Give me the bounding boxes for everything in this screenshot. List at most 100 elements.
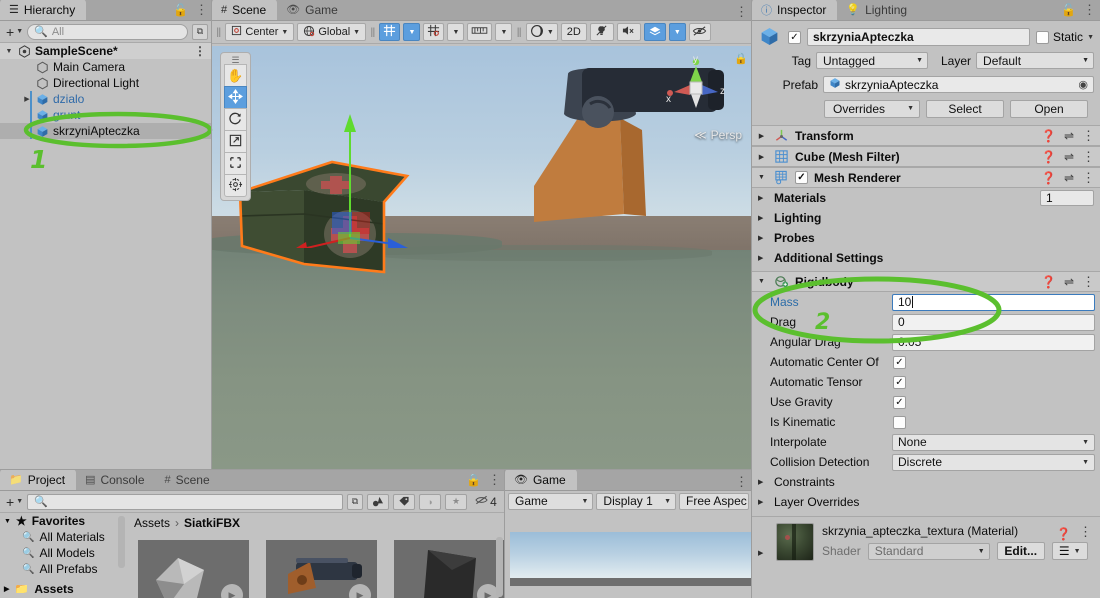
preset-icon[interactable]: ⇌: [1064, 150, 1074, 164]
angular-drag-input[interactable]: 0.05: [892, 333, 1095, 351]
prefab-field[interactable]: skrzyniaApteczka ◉: [823, 76, 1094, 93]
grid-snap-dropdown[interactable]: ▼: [403, 23, 421, 41]
kebab-icon[interactable]: ⋮: [1079, 525, 1092, 541]
tab-scene-bottom[interactable]: # Scene: [156, 470, 221, 490]
select-button[interactable]: Select: [926, 99, 1004, 118]
tab-game-bottom[interactable]: 👁 Game: [505, 470, 577, 490]
favorites-root[interactable]: ▼ ★ Favorites: [0, 513, 124, 529]
hierarchy-search-input[interactable]: 🔍 All: [27, 23, 188, 40]
kebab-icon[interactable]: ⋮: [1082, 129, 1095, 142]
static-toggle[interactable]: Static ▼: [1036, 30, 1094, 44]
scene-kebab-icon[interactable]: ⋮: [735, 5, 748, 18]
hierarchy-row-directional-light[interactable]: Directional Light: [0, 75, 212, 91]
scene-fx-toggle[interactable]: [643, 23, 666, 41]
ruler-dropdown[interactable]: ▼: [495, 23, 513, 41]
tab-game[interactable]: 👁 Game: [277, 0, 349, 20]
constraints-foldout[interactable]: ▶ Constraints: [752, 472, 1100, 492]
asset-grid-scrollbar[interactable]: [496, 537, 503, 597]
open-button[interactable]: Open: [1010, 99, 1088, 118]
history-icon[interactable]: ◑: [419, 493, 441, 510]
tab-scene[interactable]: # Scene: [212, 0, 278, 20]
help-icon[interactable]: ❓: [1041, 129, 1056, 143]
scene-audio-toggle[interactable]: [616, 23, 641, 41]
tab-console[interactable]: ▤ Console: [76, 470, 155, 490]
scene-lighting-toggle[interactable]: [589, 23, 614, 41]
asset-thumbnail-mesh[interactable]: ▶: [138, 540, 249, 598]
hierarchy-add-button[interactable]: + ▼: [4, 24, 23, 40]
lock-icon[interactable]: 🔓: [1061, 3, 1076, 17]
chevron-right-icon[interactable]: ▶: [758, 498, 768, 506]
component-mesh-filter[interactable]: ▶ Cube (Mesh Filter) ❓ ⇌ ⋮: [752, 146, 1100, 167]
layer-dropdown[interactable]: Default ▼: [976, 52, 1094, 69]
game-kebab-icon[interactable]: ⋮: [735, 475, 748, 488]
hand-tool-button[interactable]: ✋: [224, 64, 247, 87]
scene-projection-label[interactable]: ≪ Persp: [694, 128, 742, 142]
scene-fx-dropdown[interactable]: ▼: [668, 23, 686, 41]
additional-settings-section[interactable]: ▶ Additional Settings: [752, 248, 1100, 268]
shader-dropdown[interactable]: Standard ▼: [867, 542, 990, 560]
hierarchy-row-scene[interactable]: ▼ SampleScene* ⋮: [0, 43, 212, 59]
help-icon[interactable]: ❓: [1041, 171, 1056, 185]
chevron-down-icon[interactable]: ▼: [756, 278, 767, 285]
property-angular-drag[interactable]: Angular Drag 0.05: [752, 332, 1100, 352]
scene-viewport[interactable]: ☰ ✋ x y z 🔒 ≪ Persp: [212, 46, 752, 470]
project-kebab-icon[interactable]: ⋮: [488, 473, 501, 486]
collision-detection-dropdown[interactable]: Discrete ▼: [892, 453, 1095, 471]
chevron-right-icon[interactable]: ▶: [758, 254, 768, 262]
hierarchy-row-dzialo[interactable]: ▶ dzialo: [0, 91, 212, 107]
mesh-renderer-enabled-checkbox[interactable]: ✓: [795, 171, 808, 184]
aspect-dropdown[interactable]: Free Aspec: [679, 492, 750, 510]
kebab-icon[interactable]: ⋮: [1082, 171, 1095, 184]
preset-icon[interactable]: ⇌: [1064, 129, 1074, 143]
tab-project[interactable]: 📁 Project: [0, 470, 77, 490]
favorite-all-models[interactable]: 🔍 All Models: [0, 545, 124, 561]
visibility-filter[interactable]: 4: [471, 494, 501, 510]
chevron-down-icon[interactable]: ▼: [1087, 34, 1094, 41]
material-row[interactable]: ▶ skrzynia_apteczka_textura (Material) S…: [758, 523, 1094, 561]
breadcrumb-current[interactable]: SiatkiFBX: [184, 516, 240, 530]
project-add-button[interactable]: + ▼: [4, 494, 23, 510]
lock-icon[interactable]: 🔓: [173, 3, 188, 17]
automatic-center-checkbox[interactable]: ✓: [893, 355, 906, 369]
preset-icon[interactable]: ⇌: [1064, 171, 1074, 185]
label-filter-icon[interactable]: [393, 493, 415, 510]
scene-visibility-toggle[interactable]: [688, 23, 711, 41]
game-mode-dropdown[interactable]: Game ▼: [508, 492, 594, 510]
assets-root[interactable]: ▶ 📁 Assets: [0, 585, 124, 593]
tab-inspector[interactable]: ⓘ Inspector: [752, 0, 838, 20]
favorite-all-prefabs[interactable]: 🔍 All Prefabs: [0, 561, 124, 577]
property-collision-detection[interactable]: Collision Detection Discrete ▼: [752, 452, 1100, 472]
property-is-kinematic[interactable]: Is Kinematic: [752, 412, 1100, 432]
scale-tool-button[interactable]: [224, 130, 247, 153]
favorite-icon[interactable]: ★: [445, 493, 467, 510]
handle-space-button[interactable]: Global ▼: [297, 23, 367, 41]
project-expand-icon[interactable]: ⧉: [347, 493, 363, 510]
divider-horizontal[interactable]: [0, 469, 752, 470]
object-name-input[interactable]: skrzyniaApteczka: [807, 28, 1031, 46]
chevron-right-icon[interactable]: ▶: [758, 194, 768, 202]
hierarchy-row-main-camera[interactable]: Main Camera: [0, 59, 212, 75]
help-icon[interactable]: ❓: [1056, 527, 1071, 541]
divider-scene-inspector[interactable]: [751, 0, 752, 598]
probes-section[interactable]: ▶ Probes: [752, 228, 1100, 248]
help-icon[interactable]: ❓: [1041, 150, 1056, 164]
project-tree-scrollbar[interactable]: [118, 516, 125, 568]
grid-snap-toggle[interactable]: [379, 23, 401, 41]
divider-hierarchy-scene[interactable]: [211, 0, 212, 470]
automatic-tensor-checkbox[interactable]: ✓: [893, 375, 906, 389]
gizmo-lock-icon[interactable]: 🔒: [734, 52, 748, 65]
breadcrumb-assets[interactable]: Assets: [134, 516, 170, 530]
lighting-section[interactable]: ▶ Lighting: [752, 208, 1100, 228]
overrides-dropdown[interactable]: Overrides ▼: [824, 99, 920, 118]
kebab-icon[interactable]: ⋮: [1082, 275, 1095, 288]
materials-section[interactable]: ▶ Materials 1: [752, 188, 1100, 208]
asset-thumbnail-cannon[interactable]: ▶: [266, 540, 377, 598]
object-enabled-checkbox[interactable]: ✓: [788, 30, 801, 44]
chevron-right-icon[interactable]: ▶: [756, 153, 767, 161]
object-picker-icon[interactable]: ◉: [1078, 78, 1088, 91]
property-automatic-tensor[interactable]: Automatic Tensor ✓: [752, 372, 1100, 392]
asset-thumbnail-plane[interactable]: ▶: [394, 540, 505, 598]
draw-mode-button[interactable]: ▼: [525, 23, 558, 41]
transform-tool-button[interactable]: [224, 174, 247, 197]
pivot-mode-button[interactable]: Center ▼: [225, 23, 295, 41]
